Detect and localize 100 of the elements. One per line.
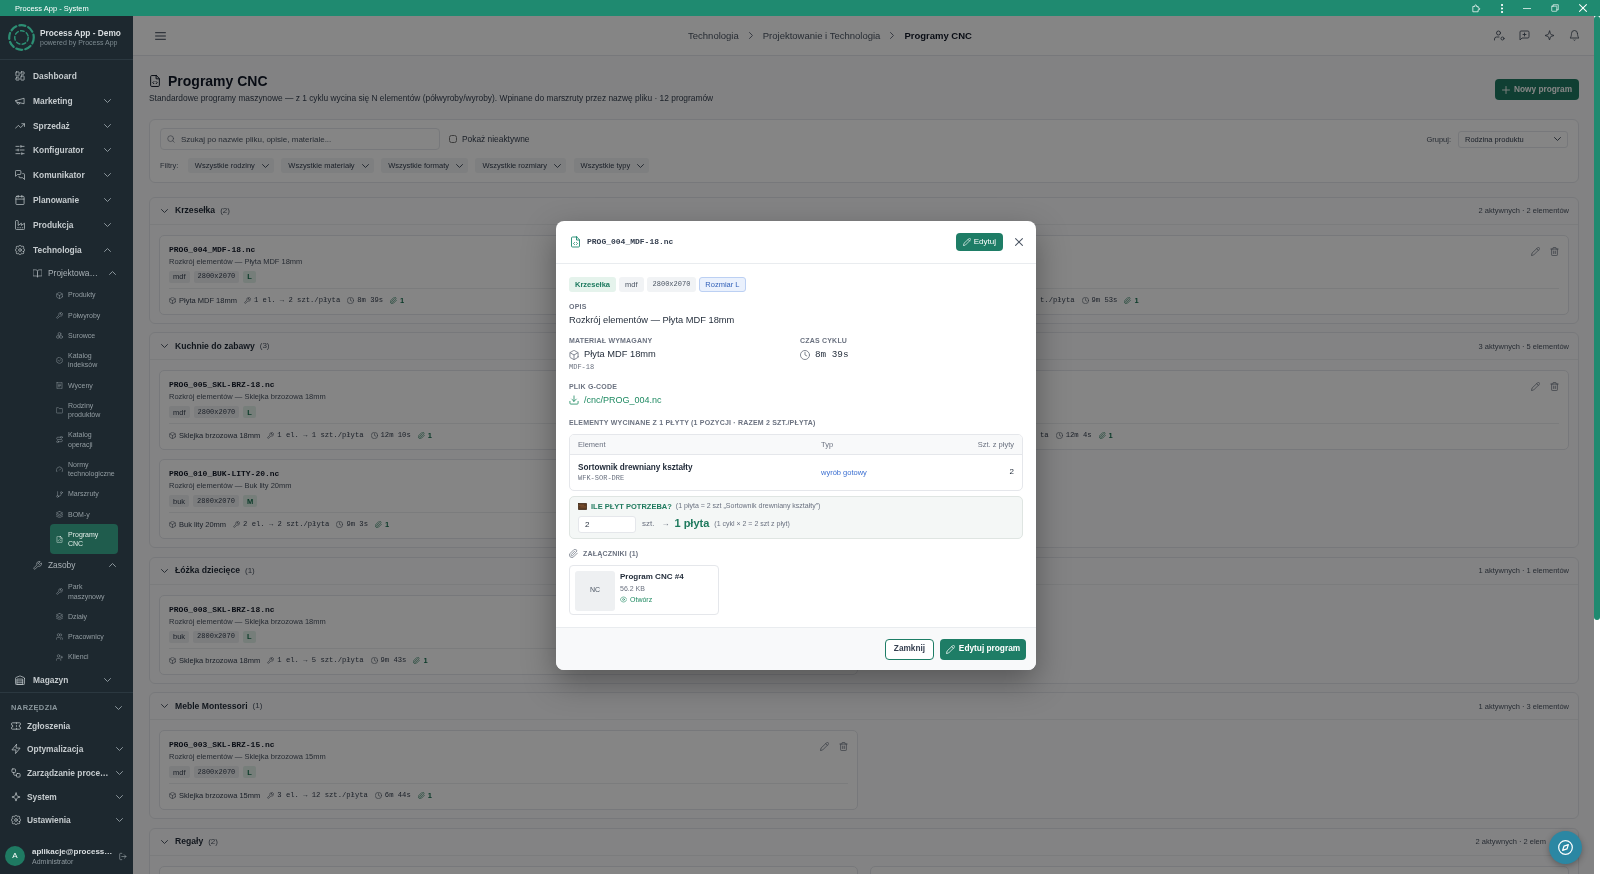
brand-name: Process App - Demo bbox=[40, 28, 121, 38]
minimize-icon[interactable] bbox=[1523, 7, 1531, 9]
wrench-icon bbox=[56, 588, 63, 596]
bell-icon[interactable] bbox=[1569, 30, 1580, 41]
clock-icon bbox=[336, 521, 344, 528]
paperclip-icon bbox=[390, 296, 398, 304]
pencil-icon[interactable] bbox=[1531, 246, 1540, 256]
clock-icon bbox=[370, 656, 378, 664]
clock-icon bbox=[800, 349, 810, 360]
message-plus-icon[interactable] bbox=[1519, 30, 1530, 41]
warehouse-icon bbox=[15, 674, 25, 685]
paperclip-icon bbox=[417, 792, 425, 799]
paperclip-icon bbox=[413, 656, 421, 664]
scrollbar-thumb[interactable] bbox=[1594, 16, 1600, 620]
sidebar-item[interactable]: Planowanie bbox=[0, 187, 133, 213]
edit-button[interactable]: Edytuj bbox=[955, 232, 1003, 251]
pencil-icon bbox=[945, 644, 955, 654]
wrench-icon bbox=[233, 521, 241, 528]
wrench-icon bbox=[33, 560, 42, 570]
sparkles-icon bbox=[11, 791, 21, 802]
cube-icon bbox=[169, 521, 176, 528]
chevron-icon[interactable] bbox=[161, 568, 168, 573]
new-program-button[interactable]: Nowy program bbox=[1495, 79, 1579, 100]
wrench-icon bbox=[267, 792, 275, 799]
branch-icon bbox=[56, 490, 63, 498]
sidebar-item[interactable]: Zgłoszenia bbox=[0, 714, 133, 738]
wrench-icon bbox=[267, 432, 275, 439]
plus-icon bbox=[1501, 85, 1510, 94]
description-text: Rozkrój elementów — Płyta MDF 18mm bbox=[569, 313, 736, 327]
pencil-icon[interactable] bbox=[1531, 382, 1540, 391]
file-name: PROG_003_SKL-BRZ-15.nc bbox=[169, 739, 276, 751]
factory-icon bbox=[15, 219, 25, 230]
trash-icon[interactable] bbox=[839, 742, 848, 751]
board-icon bbox=[578, 503, 587, 510]
file-link[interactable]: /cnc/PROG_004.nc bbox=[569, 393, 662, 406]
chevron-icon bbox=[554, 163, 562, 168]
sidebar-item[interactable]: Marketing bbox=[0, 88, 133, 114]
quantity-input[interactable]: 2 bbox=[578, 515, 636, 533]
group-name: Krzesełka bbox=[175, 205, 216, 216]
breadcrumb-link[interactable]: Technologia bbox=[688, 29, 739, 42]
puzzle-icon[interactable] bbox=[1472, 3, 1481, 13]
sidebar-item[interactable]: Komunikator bbox=[0, 162, 133, 188]
sidebar-item[interactable]: Optymalizacja bbox=[0, 737, 133, 762]
receipt-icon bbox=[56, 381, 63, 389]
cube-icon bbox=[169, 656, 176, 664]
pencil-icon[interactable] bbox=[820, 742, 829, 751]
search-field[interactable]: Szukaj po nazwie pliku, opisie, materiale... bbox=[160, 128, 440, 150]
chat-bubbles-icon bbox=[15, 170, 25, 181]
clock-icon bbox=[374, 792, 382, 799]
sidebar-item[interactable]: Ustawienia bbox=[0, 808, 133, 832]
group-count: (3) bbox=[259, 341, 270, 351]
sidebar-item[interactable]: Sprzedaż bbox=[0, 113, 133, 138]
paperclip-icon bbox=[1098, 432, 1106, 439]
close-dialog-button[interactable]: Zamknij bbox=[885, 638, 934, 660]
pencil-icon bbox=[962, 237, 971, 246]
user-icon[interactable] bbox=[1494, 30, 1505, 41]
checkbox-label: Pokaż nieaktywne bbox=[462, 133, 530, 145]
sidebar-item[interactable]: Magazyn bbox=[0, 667, 133, 692]
avatar: A bbox=[5, 846, 25, 866]
sidebar-item[interactable]: Projektowa… bbox=[0, 261, 133, 285]
download-icon bbox=[569, 394, 579, 405]
chevron-icon[interactable] bbox=[161, 839, 168, 844]
users-icon bbox=[56, 633, 63, 641]
logout-icon[interactable] bbox=[119, 851, 127, 861]
group-name: Regały bbox=[175, 836, 204, 847]
group-count: (1) bbox=[252, 701, 263, 711]
route-icon bbox=[56, 436, 63, 444]
chevron-icon[interactable] bbox=[161, 344, 168, 348]
user-plus-icon bbox=[56, 653, 63, 661]
group-count: (2) bbox=[208, 836, 218, 847]
cube-icon bbox=[569, 349, 579, 360]
menu-icon[interactable] bbox=[155, 31, 166, 40]
cube-icon bbox=[169, 296, 176, 304]
trash-icon[interactable] bbox=[1550, 246, 1559, 256]
cube-icon bbox=[56, 291, 63, 299]
edit-program-button[interactable]: Edytuj program bbox=[940, 638, 1026, 660]
sidebar-item[interactable]: Zarządzanie proce… bbox=[0, 761, 133, 785]
file-name: PROG_004_MDF-18.nc bbox=[169, 243, 257, 256]
group-name: Łóżka dziecięce bbox=[175, 565, 240, 576]
close-icon[interactable] bbox=[1015, 237, 1023, 246]
table-cell-text: 2 bbox=[1008, 466, 1015, 479]
code-file-icon bbox=[570, 235, 581, 248]
sidebar-item[interactable]: Konfigurator bbox=[0, 138, 133, 163]
sidebar-item[interactable]: Dashboard bbox=[0, 63, 133, 89]
sidebar-item[interactable]: Technologia bbox=[0, 237, 133, 262]
book-icon bbox=[33, 268, 42, 278]
hexagon-check-icon bbox=[56, 356, 63, 364]
sidebar-item[interactable]: System bbox=[0, 784, 133, 809]
paperclip-icon bbox=[569, 548, 578, 558]
chevron-icon[interactable] bbox=[161, 208, 168, 213]
checkbox[interactable] bbox=[449, 135, 457, 143]
chevron-icon[interactable] bbox=[161, 704, 168, 708]
sidebar-item[interactable]: Zasoby bbox=[0, 553, 133, 577]
logo-icon bbox=[8, 24, 35, 51]
clock-icon bbox=[370, 432, 378, 439]
sidebar-item[interactable]: Produkcja bbox=[0, 212, 133, 238]
workflow-icon bbox=[11, 768, 21, 778]
trash-icon[interactable] bbox=[1550, 382, 1559, 391]
sparkles-icon[interactable] bbox=[1544, 30, 1555, 41]
restore-icon[interactable] bbox=[1551, 4, 1559, 12]
